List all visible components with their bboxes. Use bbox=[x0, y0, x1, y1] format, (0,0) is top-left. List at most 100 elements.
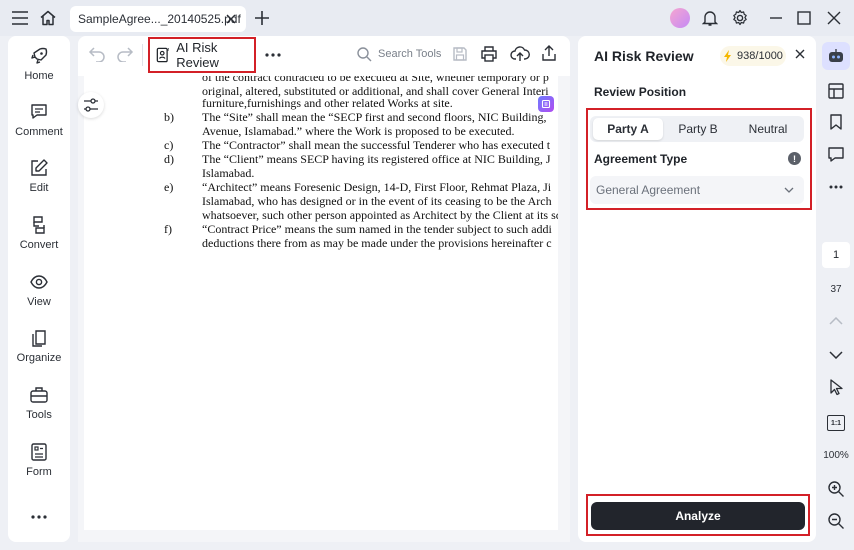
close-panel-icon[interactable] bbox=[794, 48, 806, 60]
organize-icon bbox=[32, 330, 46, 347]
home-icon[interactable] bbox=[38, 8, 58, 28]
view-icon bbox=[30, 275, 48, 289]
sidebar-item-tools[interactable]: Tools bbox=[8, 385, 70, 421]
undo-icon[interactable] bbox=[88, 46, 106, 62]
sidebar-item-label: View bbox=[27, 296, 51, 308]
tools-icon bbox=[30, 387, 48, 403]
share-icon[interactable] bbox=[540, 44, 558, 62]
ai-bot-icon[interactable] bbox=[822, 42, 850, 70]
sidebar-item-label: Convert bbox=[19, 239, 59, 251]
save-icon[interactable] bbox=[452, 46, 468, 62]
gear-icon[interactable] bbox=[730, 8, 750, 28]
sidebar-item-label: Comment bbox=[15, 126, 63, 138]
review-position-label: Review Position bbox=[594, 85, 687, 99]
ai-risk-review-button[interactable]: AI Risk Review bbox=[148, 37, 256, 73]
agreement-type-select[interactable]: General Agreement bbox=[590, 176, 804, 204]
sidebar-item-label: Edit bbox=[29, 182, 49, 194]
fit-actual-size-icon[interactable]: 1:1 bbox=[825, 412, 847, 434]
ai-assistant-icon[interactable] bbox=[538, 96, 554, 112]
document-line: The “Contractor” shall mean the successf… bbox=[202, 138, 551, 152]
sidebar-item-form[interactable]: Form bbox=[8, 442, 70, 478]
agreement-type-label: Agreement Type bbox=[594, 152, 688, 166]
fit-label: 1:1 bbox=[827, 415, 845, 431]
search-tools[interactable]: Search Tools bbox=[356, 46, 441, 62]
panel-title: AI Risk Review bbox=[594, 48, 694, 64]
toolbar-divider bbox=[142, 44, 143, 66]
sidebar-item-organize[interactable]: Organize bbox=[8, 328, 70, 364]
convert-icon bbox=[33, 216, 45, 234]
redo-icon[interactable] bbox=[116, 46, 134, 62]
filter-settings-icon[interactable] bbox=[78, 92, 104, 118]
document-line: Islamabad, who has designed or in the ev… bbox=[202, 194, 552, 208]
document-line: Avenue, Islamabad.” where the Work is pr… bbox=[202, 124, 515, 138]
sidebar-item-comment[interactable]: Comment bbox=[8, 102, 70, 138]
document-page: of the contract contracted to be execute… bbox=[84, 76, 558, 530]
document-line: Islamabad. bbox=[202, 166, 255, 180]
sidebar-item-convert[interactable]: Convert bbox=[8, 215, 70, 251]
tab-title: SampleAgree..._20140525.pdf bbox=[78, 12, 241, 26]
list-marker: f) bbox=[164, 222, 172, 236]
chevron-up-icon[interactable] bbox=[825, 310, 847, 332]
thumbnails-icon[interactable] bbox=[825, 80, 847, 102]
form-icon bbox=[31, 443, 47, 461]
more-icon[interactable] bbox=[8, 514, 70, 524]
analyze-button[interactable]: Analyze bbox=[591, 502, 805, 530]
zoom-level[interactable]: 100% bbox=[820, 450, 852, 461]
list-marker: c) bbox=[164, 138, 174, 152]
tab-neutral[interactable]: Neutral bbox=[733, 118, 803, 140]
document-line: The “Site” shall mean the “SECP first an… bbox=[202, 110, 547, 124]
edit-icon bbox=[31, 159, 48, 176]
document-tab[interactable]: SampleAgree..._20140525.pdf bbox=[70, 6, 246, 32]
sidebar-item-home[interactable]: Home bbox=[8, 46, 70, 82]
more-options-icon[interactable] bbox=[264, 52, 282, 58]
sidebar-item-label: Home bbox=[24, 70, 54, 82]
more-icon[interactable] bbox=[825, 176, 847, 198]
sidebar-item-label: Tools bbox=[26, 409, 52, 421]
current-page-field[interactable]: 1 bbox=[822, 242, 850, 268]
search-placeholder: Search Tools bbox=[378, 48, 442, 60]
zoom-out-icon[interactable] bbox=[825, 510, 847, 532]
close-tab-icon[interactable] bbox=[224, 12, 238, 26]
maximize-icon[interactable] bbox=[794, 8, 814, 28]
menu-icon[interactable] bbox=[10, 8, 30, 28]
bolt-icon bbox=[724, 50, 732, 62]
review-position-selector: Party A Party B Neutral bbox=[590, 116, 804, 142]
comment-icon bbox=[31, 104, 47, 119]
cloud-upload-icon[interactable] bbox=[510, 45, 530, 63]
sidebar-item-label: Organize bbox=[16, 352, 62, 364]
ai-risk-review-label: AI Risk Review bbox=[176, 40, 219, 70]
close-window-icon[interactable] bbox=[824, 8, 844, 28]
tab-party-b[interactable]: Party B bbox=[663, 118, 733, 140]
sidebar-item-edit[interactable]: Edit bbox=[8, 158, 70, 194]
bookmark-icon[interactable] bbox=[825, 111, 847, 133]
minimize-icon[interactable] bbox=[766, 8, 786, 28]
chevron-down-icon[interactable] bbox=[825, 344, 847, 366]
info-icon[interactable]: ! bbox=[788, 152, 801, 165]
sidebar-item-view[interactable]: View bbox=[8, 272, 70, 308]
tab-party-a[interactable]: Party A bbox=[593, 118, 663, 140]
credits-badge: 938/1000 bbox=[720, 46, 786, 66]
new-tab-icon[interactable] bbox=[252, 8, 272, 28]
ai-review-icon bbox=[156, 47, 169, 63]
total-pages: 37 bbox=[830, 284, 842, 295]
bell-icon[interactable] bbox=[700, 8, 720, 28]
document-line: The “Client” means SECP having its regis… bbox=[202, 152, 551, 166]
credits-value: 938/1000 bbox=[737, 50, 783, 62]
list-marker: d) bbox=[164, 152, 174, 166]
document-line: “Contract Price” means the sum named in … bbox=[202, 222, 552, 236]
list-marker: b) bbox=[164, 110, 174, 124]
comments-panel-icon[interactable] bbox=[825, 144, 847, 166]
left-sidebar: Home Comment Edit Convert View Organize … bbox=[8, 36, 70, 542]
document-line: whatsoever, such other person appointed … bbox=[202, 208, 558, 222]
avatar[interactable] bbox=[670, 8, 690, 28]
document-line: “Architect” means Foresenic Design, 14-D… bbox=[202, 180, 552, 194]
search-icon bbox=[357, 47, 372, 62]
chevron-down-icon bbox=[784, 187, 794, 193]
zoom-in-icon[interactable] bbox=[825, 478, 847, 500]
rocket-icon bbox=[31, 47, 48, 64]
agreement-type-value: General Agreement bbox=[596, 183, 701, 197]
print-icon[interactable] bbox=[480, 45, 498, 63]
document-line: furniture,furnishings and other related … bbox=[202, 96, 453, 110]
list-marker: e) bbox=[164, 180, 174, 194]
cursor-select-icon[interactable] bbox=[825, 376, 847, 398]
